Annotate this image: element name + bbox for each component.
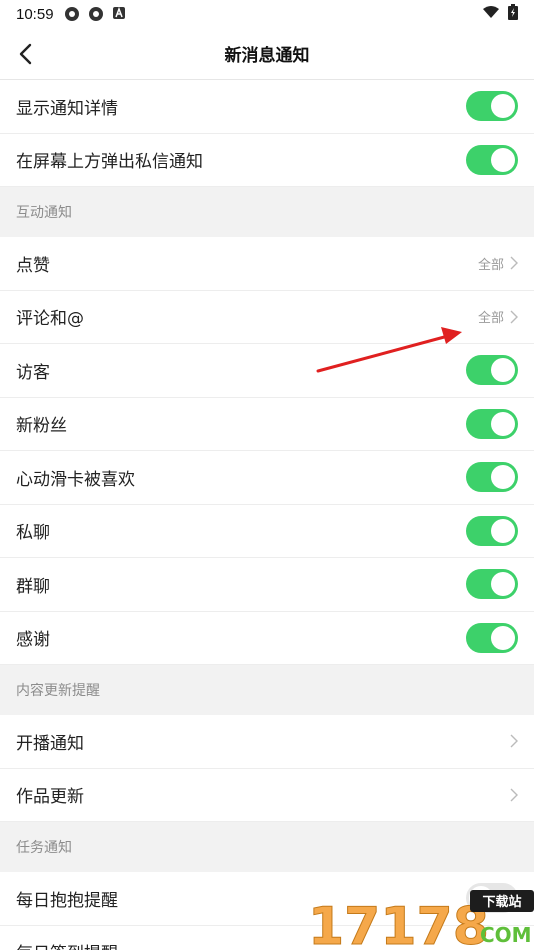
setting-show-detail: 显示通知详情 [0, 80, 534, 134]
chevron-right-icon [510, 310, 518, 324]
toggle-popup-dm[interactable] [466, 144, 518, 175]
setting-new-fans: 新粉丝 [0, 397, 534, 451]
setting-thanks: 感谢 [0, 611, 534, 665]
setting-label: 显示通知详情 [16, 98, 118, 119]
settings-list: 显示通知详情 在屏幕上方弹出私信通知 互动通知 点赞 全部 评论和@ 全部 访客… [0, 80, 534, 950]
toggle-visitor[interactable] [466, 355, 518, 386]
toggle-new-fans[interactable] [466, 408, 518, 439]
setting-visitor: 访客 [0, 344, 534, 398]
toggle-thanks[interactable] [466, 622, 518, 653]
setting-comment-mention[interactable]: 评论和@ 全部 [0, 290, 534, 344]
watermark-suffix: COM [480, 923, 532, 947]
status-bar: 10:59 [0, 0, 534, 28]
chevron-right-icon [510, 256, 518, 270]
section-header-tasks: 任务通知 [0, 822, 534, 872]
setting-label: 心动滑卡被喜欢 [16, 469, 135, 490]
setting-label: 访客 [16, 362, 50, 383]
watermark-digits: 17178 [308, 897, 489, 950]
setting-label: 在屏幕上方弹出私信通知 [16, 152, 203, 173]
toggle-private-chat[interactable] [466, 515, 518, 546]
toggle-swipe-liked[interactable] [466, 462, 518, 493]
setting-label: 新粉丝 [16, 416, 67, 437]
setting-value: 全部 [477, 311, 504, 327]
setting-works-update[interactable]: 作品更新 [0, 768, 534, 822]
chevron-left-icon [19, 43, 32, 65]
section-header-content-updates: 内容更新提醒 [0, 665, 534, 715]
setting-label: 每日抱抱提醒 [16, 890, 118, 911]
chevron-right-icon [510, 788, 518, 802]
setting-swipe-liked: 心动滑卡被喜欢 [0, 451, 534, 505]
section-header-interaction: 互动通知 [0, 187, 534, 237]
watermark-badge: 下载站 [482, 894, 521, 910]
setting-live-notice[interactable]: 开播通知 [0, 715, 534, 769]
setting-group-chat: 群聊 [0, 558, 534, 612]
setting-label: 开播通知 [16, 733, 84, 754]
setting-value: 全部 [477, 257, 504, 273]
setting-label: 作品更新 [16, 787, 84, 808]
back-button[interactable] [12, 40, 40, 68]
site-watermark: 17178 下载站 COM [308, 890, 534, 950]
app-notification-icon [88, 6, 104, 22]
toggle-group-chat[interactable] [466, 569, 518, 600]
setting-private-chat: 私聊 [0, 504, 534, 558]
app-notification-icon [64, 6, 80, 22]
wifi-icon [482, 5, 500, 23]
setting-label: 感谢 [16, 630, 50, 651]
a-notification-icon [112, 6, 128, 22]
chevron-right-icon [510, 734, 518, 748]
setting-like[interactable]: 点赞 全部 [0, 237, 534, 291]
page-title: 新消息通知 [224, 46, 310, 66]
status-time: 10:59 [16, 5, 54, 23]
setting-label: 点赞 [16, 255, 50, 276]
setting-label: 每日签到提醒 [16, 939, 118, 950]
setting-label: 群聊 [16, 576, 50, 597]
battery-icon [508, 4, 518, 24]
setting-label: 私聊 [16, 523, 50, 544]
nav-bar: 新消息通知 [0, 28, 534, 80]
setting-label: 评论和@ [16, 309, 84, 330]
toggle-show-detail[interactable] [466, 91, 518, 122]
setting-popup-dm: 在屏幕上方弹出私信通知 [0, 133, 534, 187]
